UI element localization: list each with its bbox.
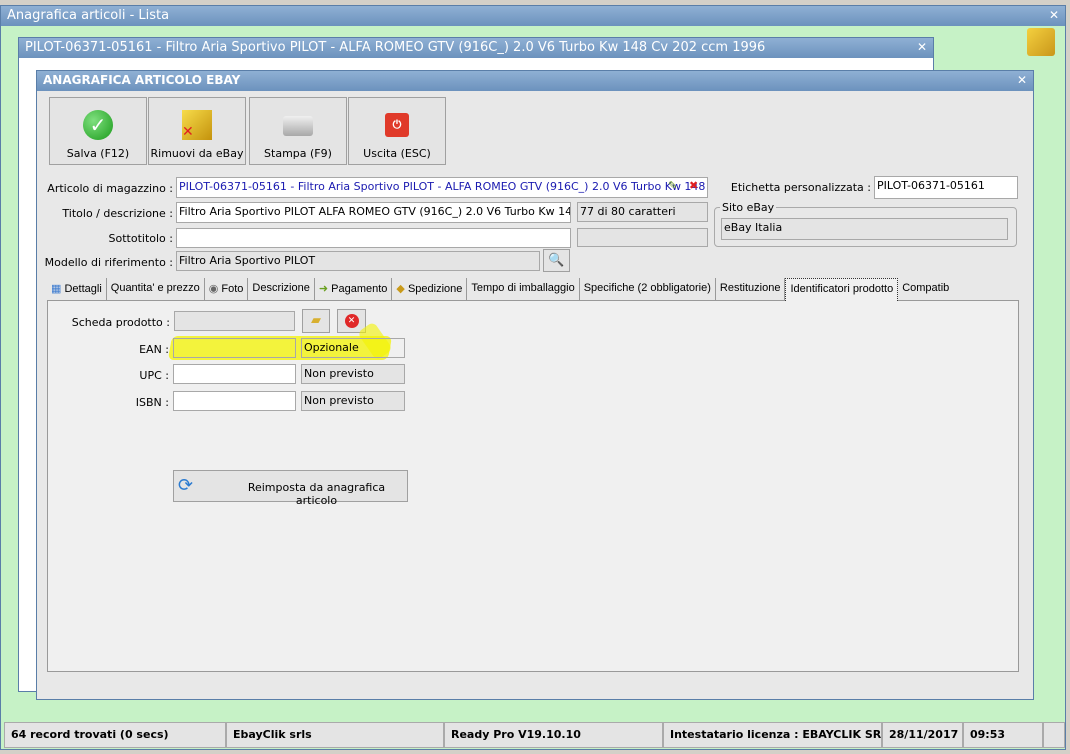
status-version: Ready Pro V19.10.10 bbox=[444, 722, 663, 748]
box-remove-icon: ✕ bbox=[182, 110, 212, 140]
upc-field[interactable] bbox=[173, 364, 296, 384]
box-icon bbox=[1027, 28, 1055, 56]
titolo-field[interactable]: Filtro Aria Sportivo PILOT ALFA ROMEO GT… bbox=[176, 202, 571, 223]
tab-tempo-imballaggio[interactable]: Tempo di imballaggio bbox=[467, 278, 580, 301]
tab-restituzione[interactable]: Restituzione bbox=[716, 278, 786, 301]
etichetta-field[interactable]: PILOT-06371-05161 bbox=[874, 176, 1018, 199]
remove-from-ebay-button[interactable]: ✕ Rimuovi da eBay bbox=[148, 97, 246, 165]
tab-identificatori[interactable]: Identificatori prodotto bbox=[785, 278, 899, 301]
isbn-field[interactable] bbox=[173, 391, 296, 411]
resize-grip[interactable] bbox=[1043, 722, 1065, 748]
refresh-icon: ⟳ bbox=[178, 475, 194, 496]
delete-icon: ✕ bbox=[344, 314, 359, 328]
tab-descrizione[interactable]: Descrizione bbox=[248, 278, 315, 301]
search-button[interactable]: 🔍 bbox=[543, 249, 570, 272]
folder-icon: ▰ bbox=[311, 313, 321, 328]
exit-button[interactable]: ⏻ Uscita (ESC) bbox=[348, 97, 446, 165]
status-records: 64 record trovati (0 secs) bbox=[4, 722, 226, 748]
print-button[interactable]: Stampa (F9) bbox=[249, 97, 347, 165]
tab-pagamento[interactable]: ➜ Pagamento bbox=[315, 278, 393, 301]
tab-spedizione[interactable]: ◆ Spedizione bbox=[392, 278, 468, 301]
power-icon: ⏻ bbox=[385, 113, 409, 137]
close-icon[interactable]: ✕ bbox=[917, 40, 927, 54]
edit-pencil-icon[interactable]: ✎ bbox=[668, 179, 677, 192]
calendar-icon: ▦ bbox=[51, 283, 62, 295]
check-icon: ✓ bbox=[83, 110, 113, 140]
outer-title-bar: Anagrafica articoli - Lista ✕ bbox=[1, 6, 1065, 26]
status-time: 09:53 bbox=[963, 722, 1043, 748]
browse-button[interactable]: ▰ bbox=[302, 309, 330, 333]
close-icon[interactable]: ✕ bbox=[1017, 73, 1027, 87]
article-title-bar: PILOT-06371-05161 - Filtro Aria Sportivo… bbox=[19, 38, 933, 58]
status-license: Intestatario licenza : EBAYCLIK SRLS bbox=[663, 722, 896, 748]
tab-bar: ▦ Dettagli Quantita' e prezzo ◉ Foto Des… bbox=[47, 278, 953, 301]
modello-field: Filtro Aria Sportivo PILOT bbox=[176, 251, 540, 271]
status-date: 28/11/2017 bbox=[882, 722, 963, 748]
tab-foto[interactable]: ◉ Foto bbox=[205, 278, 249, 301]
dialog-title-bar: ANAGRAFICA ARTICOLO EBAY ✕ bbox=[37, 71, 1033, 91]
clear-icon[interactable]: ✖ bbox=[689, 179, 698, 192]
printer-icon bbox=[283, 116, 313, 136]
ean-field[interactable] bbox=[173, 338, 296, 358]
subtitle-extra-box bbox=[577, 228, 708, 247]
close-icon[interactable]: ✕ bbox=[1049, 8, 1059, 22]
status-company: EbayClik srls bbox=[226, 722, 444, 748]
sito-ebay-field: eBay Italia bbox=[721, 218, 1008, 240]
tab-dettagli[interactable]: ▦ Dettagli bbox=[47, 278, 107, 301]
tab-compatibilita[interactable]: Compatib bbox=[898, 278, 953, 301]
sottotitolo-field[interactable] bbox=[176, 228, 571, 248]
tab-quantita[interactable]: Quantita' e prezzo bbox=[107, 278, 205, 301]
search-icon: 🔍 bbox=[548, 253, 565, 268]
save-button[interactable]: ✓ Salva (F12) bbox=[49, 97, 147, 165]
title-char-count: 77 di 80 caratteri bbox=[577, 202, 708, 222]
isbn-status: Non previsto bbox=[301, 391, 405, 411]
tab-specifiche[interactable]: Specifiche (2 obbligatorie) bbox=[580, 278, 716, 301]
scheda-prodotto-field bbox=[174, 311, 295, 331]
payment-icon: ➜ bbox=[318, 283, 329, 295]
reset-from-article-button[interactable]: ⟳ Reimposta da anagrafica articolo bbox=[173, 470, 408, 507]
ean-status: Opzionale bbox=[301, 338, 405, 358]
upc-status: Non previsto bbox=[301, 364, 405, 384]
articolo-field[interactable]: PILOT-06371-05161 - Filtro Aria Sportivo… bbox=[176, 177, 708, 198]
camera-icon: ◉ bbox=[208, 283, 219, 295]
shipping-icon: ◆ bbox=[396, 283, 405, 295]
